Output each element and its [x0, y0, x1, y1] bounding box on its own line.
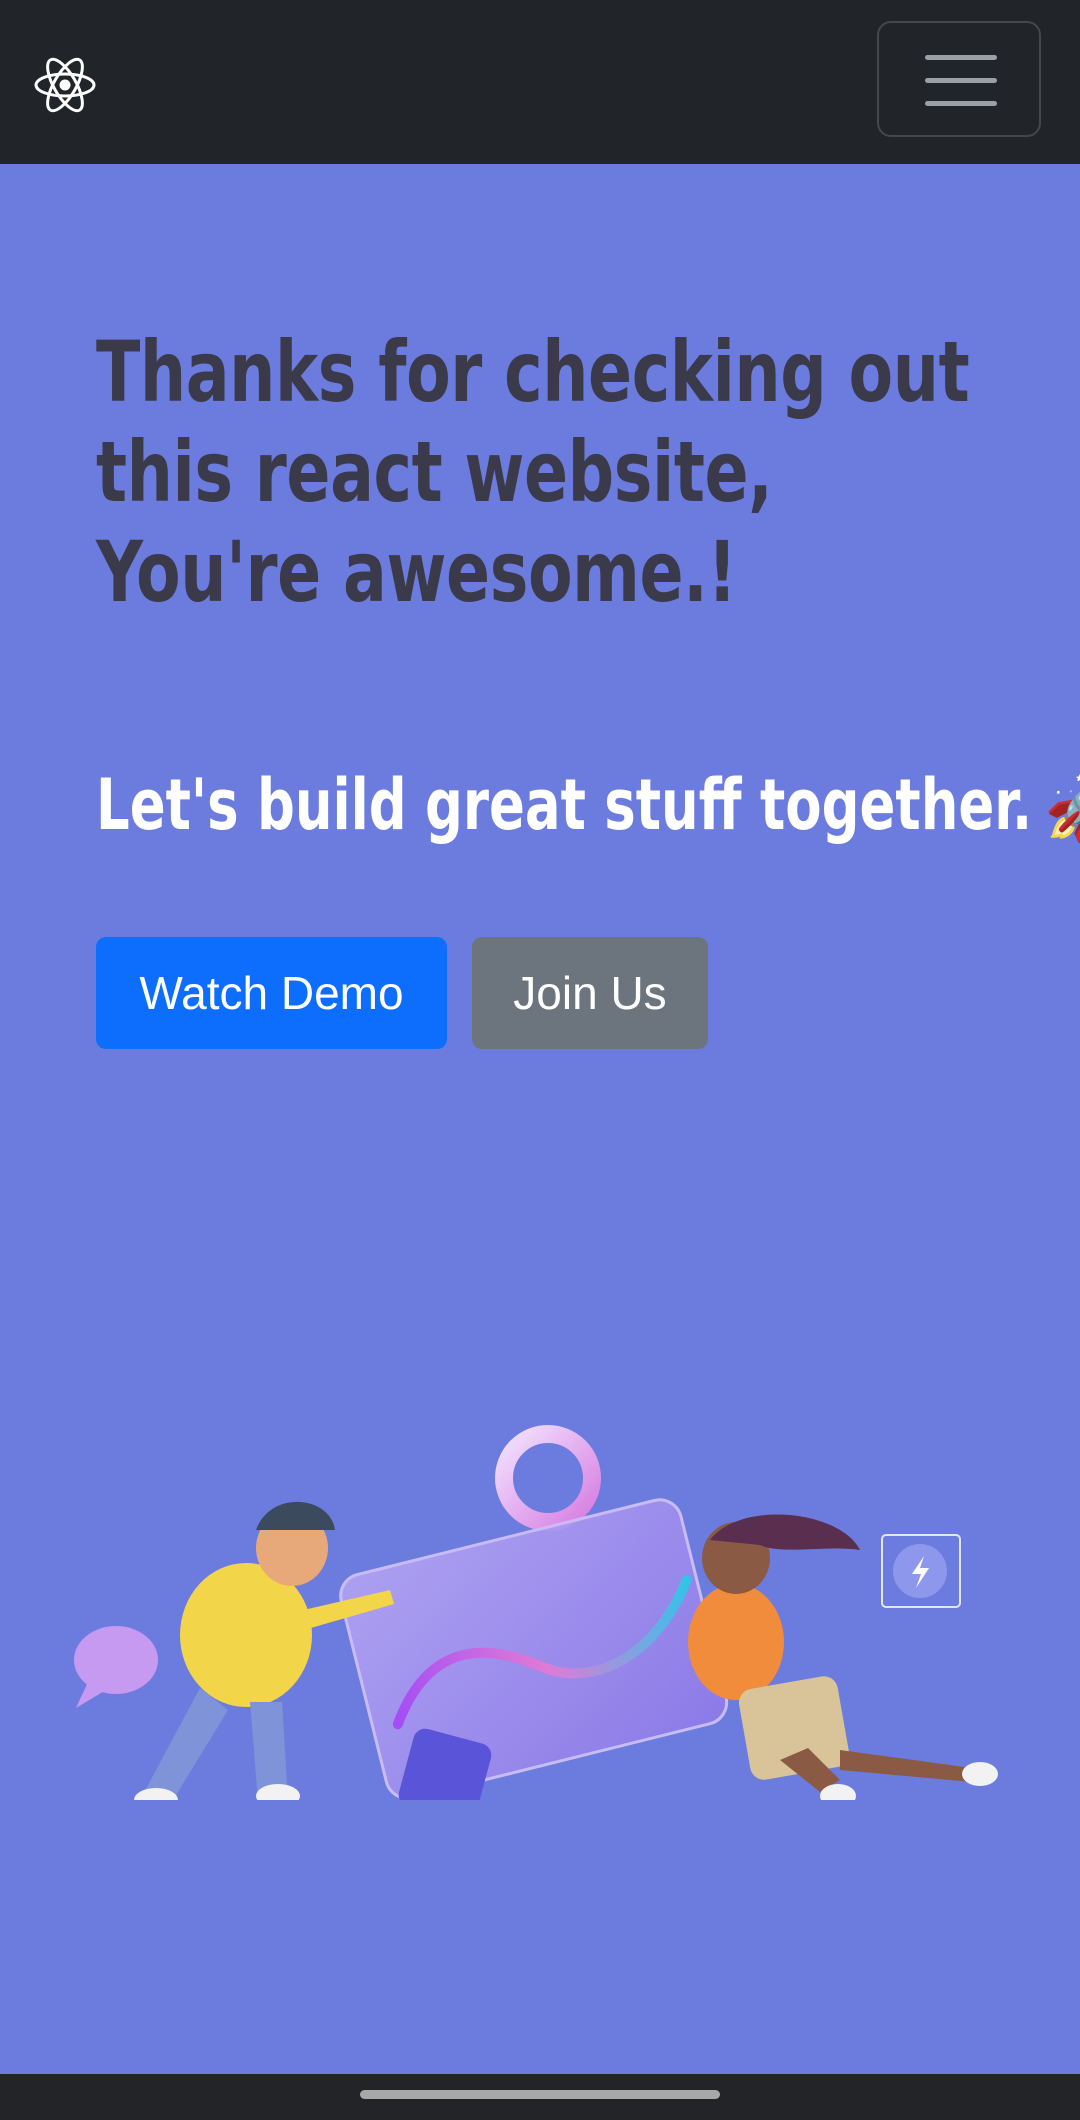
headline-line-1: Thanks for checking out [96, 323, 970, 421]
collaboration-illustration [74, 1425, 998, 1800]
join-us-button[interactable]: Join Us [472, 937, 708, 1049]
hero-tagline: Let's build great stuff together. 🚀 [96, 760, 1080, 853]
rocket-icon: 🚀 [1044, 763, 1080, 853]
tagline-text: Let's build great stuff together. [96, 764, 1033, 846]
headline-line-3: You're awesome.! [96, 523, 737, 621]
hamburger-menu-icon [925, 55, 997, 60]
menu-toggle-button[interactable] [877, 21, 1041, 137]
navbar [0, 0, 1080, 164]
hero-headline: Thanks for checking out this react websi… [96, 322, 970, 622]
headline-line-2: this react website, [96, 423, 773, 521]
react-atom-icon[interactable] [32, 52, 98, 118]
watch-demo-button[interactable]: Watch Demo [96, 937, 447, 1049]
home-indicator[interactable] [360, 2090, 720, 2099]
